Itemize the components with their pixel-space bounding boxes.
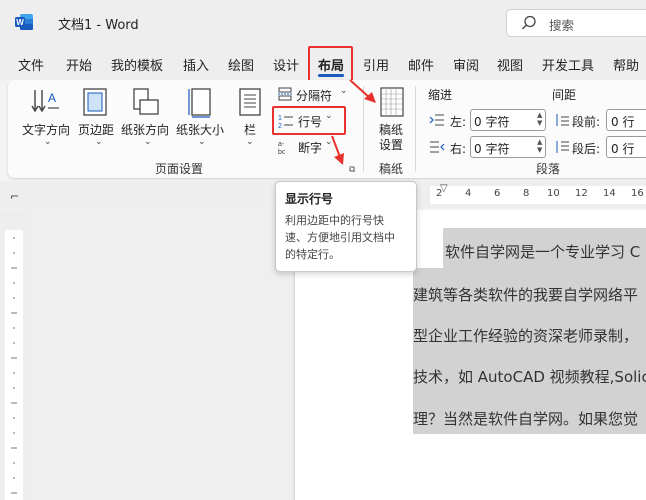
tab-home[interactable]: 开始 <box>66 55 92 74</box>
manuscript-icon <box>380 87 404 117</box>
tooltip-title: 显示行号 <box>285 192 334 206</box>
indent-right-icon <box>430 141 445 153</box>
layout-tab-highlight-box <box>308 46 353 82</box>
columns-button[interactable]: 栏 <box>244 121 256 138</box>
page-setup-group-label: 页面设置 <box>155 162 204 176</box>
ruler-mark: 10 <box>547 188 560 199</box>
tooltip-text: 利用边距中的行号快 <box>285 214 384 227</box>
ruler-mark: 6 <box>494 188 501 199</box>
hyphenation-icon: a- bc <box>278 141 286 155</box>
chevron-down-icon: ⌄ <box>246 137 254 147</box>
line-numbers-highlight-box <box>272 106 346 135</box>
tab-design[interactable]: 设计 <box>273 55 299 74</box>
spacing-before-icon <box>556 114 569 126</box>
spacing-before-label: 段前: <box>572 115 601 129</box>
svg-text:A: A <box>48 91 56 105</box>
tab-stop-icon[interactable]: ⌐ <box>10 190 19 203</box>
tab-help[interactable]: 帮助 <box>613 55 639 74</box>
svg-text:W: W <box>16 18 24 27</box>
tab-insert[interactable]: 插入 <box>183 55 209 74</box>
ruler-mark: 14 <box>603 188 616 199</box>
selection-indent-gap <box>413 228 443 268</box>
tab-file[interactable]: 文件 <box>18 55 44 74</box>
spacing-after-label: 段后: <box>572 142 601 156</box>
chevron-down-icon: ⌄ <box>144 137 152 147</box>
tab-mailings[interactable]: 邮件 <box>408 55 434 74</box>
tab-references[interactable]: 引用 <box>363 55 389 74</box>
tab-draw[interactable]: 绘图 <box>228 55 254 74</box>
spacing-label: 间距 <box>552 88 577 102</box>
indent-left-value: 0 字符 <box>474 115 510 129</box>
indent-left-label: 左: <box>450 115 467 129</box>
chevron-down-icon: ⌄ <box>340 86 348 96</box>
spacing-after-value: 0 行 <box>611 142 635 156</box>
ruler-mark: 8 <box>523 188 530 199</box>
chevron-down-icon: ⌄ <box>95 137 103 147</box>
ruler-mark: 4 <box>465 188 472 199</box>
ruler-mark: 2 <box>436 188 443 199</box>
tab-view[interactable]: 视图 <box>497 55 523 74</box>
indent-label: 缩进 <box>428 88 453 102</box>
spacing-after-icon <box>556 141 569 153</box>
page-size-icon <box>188 88 211 118</box>
tab-review[interactable]: 审阅 <box>453 55 479 74</box>
columns-icon <box>239 88 261 116</box>
size-button[interactable]: 纸张大小 <box>176 121 224 138</box>
word-logo-icon: W <box>15 14 33 30</box>
spacing-before-value: 0 行 <box>611 115 635 129</box>
chevron-down-icon: ⌄ <box>325 137 333 147</box>
spinner-arrows-icon[interactable]: ▲ ▼ <box>537 111 542 127</box>
paragraph-group-label: 段落 <box>536 162 561 176</box>
tab-developer[interactable]: 开发工具 <box>542 55 594 74</box>
hyphenation-button[interactable]: 断字 <box>298 139 322 156</box>
breaks-icon <box>278 87 292 101</box>
document-title: 文档1 - Word <box>58 18 139 33</box>
separator <box>363 86 364 172</box>
indent-right-value: 0 字符 <box>474 142 510 156</box>
page-left-region <box>30 210 292 500</box>
chevron-down-icon: ⌄ <box>198 137 206 147</box>
indent-left-icon <box>429 114 444 126</box>
document-line[interactable]: 建筑等各类软件的我要自学网络平 <box>413 284 638 305</box>
dialog-launcher-icon[interactable]: ⧉ <box>349 165 355 175</box>
ruler-mark: 12 <box>575 188 588 199</box>
ruler-mark: 16 <box>631 188 644 199</box>
manuscript-group-label: 稿纸 <box>379 162 404 176</box>
document-line[interactable]: 理？当然是软件自学网。如果您觉 <box>413 408 638 429</box>
orientation-button[interactable]: 纸张方向 <box>121 121 169 138</box>
tooltip-text: 速、方便地引用文档中 <box>285 231 395 244</box>
manuscript-settings-label-2: 设置 <box>379 138 404 152</box>
margins-button[interactable]: 页边距 <box>78 121 114 138</box>
vertical-ruler-ticks <box>11 237 17 494</box>
svg-text:bc: bc <box>278 149 286 155</box>
document-line[interactable]: 技术，如 AutoCAD 视频教程,Solic <box>413 366 646 387</box>
document-line[interactable]: 型企业工作经验的资深老师录制， <box>413 325 638 346</box>
orientation-icon <box>133 88 159 115</box>
separator <box>415 86 416 172</box>
breaks-button[interactable]: 分隔符 <box>296 87 332 104</box>
chevron-down-icon: ⌄ <box>44 137 52 147</box>
search-placeholder: 搜索 <box>549 18 575 33</box>
text-direction-button[interactable]: 文字方向 <box>22 121 70 138</box>
indent-right-label: 右: <box>450 142 467 156</box>
document-line[interactable]: 软件自学网是一个专业学习 C <box>445 241 640 262</box>
tab-my-templates[interactable]: 我的模板 <box>111 55 163 74</box>
search-icon <box>522 15 536 30</box>
spinner-arrows-icon[interactable]: ▲ ▼ <box>537 138 542 154</box>
svg-text:a-: a- <box>278 141 285 148</box>
tooltip-text: 的特定行。 <box>285 248 340 261</box>
margins-icon <box>83 88 107 116</box>
text-direction-icon: A <box>31 90 59 113</box>
